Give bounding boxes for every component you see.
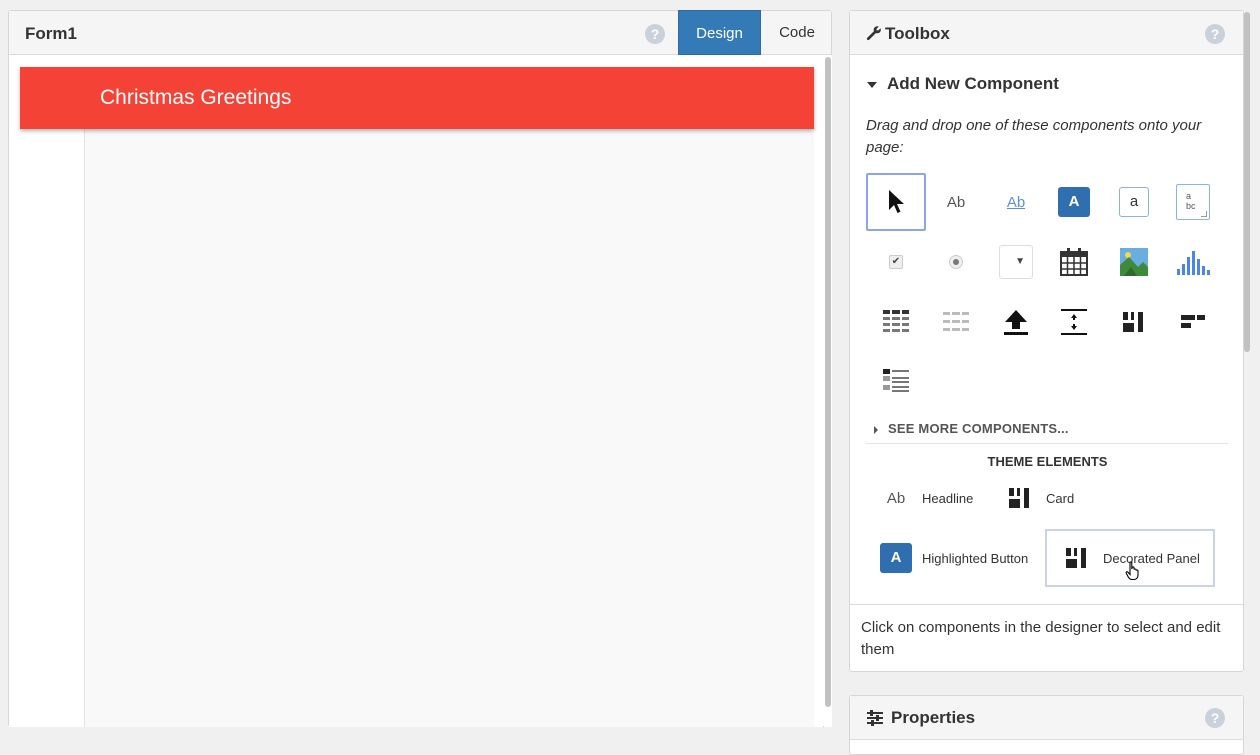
toolbox-panel: Toolbox ? Add New Component Drag and dro… [849,10,1244,672]
repeating-panel-icon [943,312,969,331]
component-flow-panel[interactable] [1163,293,1223,351]
add-new-component-heading: Add New Component [887,74,1059,93]
component-button[interactable]: A [1044,173,1104,231]
card-icon [1000,486,1040,510]
radio-icon [949,255,963,269]
button-a-icon: A [1058,187,1090,217]
component-dropdown[interactable]: ▼ [986,233,1046,291]
component-checkbox[interactable]: ✔ [866,233,926,291]
bar-chart-icon [1177,251,1210,275]
flow-panel-icon [1181,315,1205,328]
component-data-grid[interactable] [866,293,926,351]
decorated-panel-icon [1057,546,1097,570]
image-icon [1120,248,1148,276]
app-bar[interactable]: Christmas Greetings [20,67,814,129]
properties-header: Properties ? [850,696,1243,740]
component-textarea[interactable]: a bc [1163,173,1223,231]
component-spacer[interactable] [1044,293,1104,351]
app-bar-title[interactable]: Christmas Greetings [100,86,291,110]
help-icon[interactable]: ? [645,24,665,44]
headline-glyph: Ab [886,489,906,507]
canvas-left-column [9,129,84,727]
upload-icon [1004,310,1028,335]
divider [850,604,1243,605]
spacer-icon [1061,309,1087,335]
divider [866,443,1228,444]
column-panel-icon [1123,312,1143,332]
hand-cursor-icon [1125,561,1139,581]
sidebar-scrollbar[interactable] [1244,12,1250,352]
theme-item-decorated-panel[interactable]: Decorated Panel [1045,529,1215,587]
design-canvas[interactable]: Christmas Greetings [9,55,823,727]
form-designer-panel: Form1 ? Design Code Christmas Greetings [8,10,832,727]
data-grid-icon [883,310,909,332]
highlighted-button-icon: A [876,543,916,573]
component-date-picker[interactable] [1044,233,1104,291]
properties-panel: Properties ? [849,695,1244,755]
headline-ab-icon: Ab [876,490,916,507]
highlighted-button-glyph: A [880,543,912,573]
caret-right-icon [874,425,878,434]
theme-item-label: Headline [922,490,974,506]
theme-elements-heading: THEME ELEMENTS [987,454,1108,469]
toolbox-title-text: Toolbox [885,24,950,43]
canvas-scrollbar[interactable] [825,57,831,707]
calendar-icon [1060,248,1088,276]
drag-hint-text: Drag and drop one of these components on… [866,117,1202,156]
component-linear-panel[interactable] [866,352,926,410]
tab-code[interactable]: Code [761,10,833,55]
add-new-component-toggle[interactable]: Add New Component [867,74,1059,94]
theme-item-label: Card [1046,490,1075,506]
theme-item-card[interactable]: Card [1000,470,1140,526]
component-pointer[interactable] [866,173,926,231]
form-panel-header: Form1 ? Design Code [9,10,833,55]
component-file-loader[interactable] [986,293,1046,351]
component-textbox[interactable]: a [1104,173,1164,231]
toolbox-header: Toolbox ? [850,11,1243,55]
component-radio-button[interactable] [926,233,986,291]
caret-down-icon [867,81,877,88]
toolbox-title: Toolbox [866,24,950,44]
wrench-icon [866,26,881,41]
component-plot[interactable] [1163,233,1223,291]
theme-item-highlighted-button[interactable]: A Highlighted Button [876,530,1046,586]
theme-item-label: Highlighted Button [922,550,1029,566]
properties-title-text: Properties [891,708,976,727]
component-column-panel[interactable] [1104,293,1164,351]
textbox-icon: a [1119,187,1149,217]
label-ab-icon: Ab [946,193,966,211]
sliders-icon [867,710,883,726]
component-image[interactable] [1104,233,1164,291]
theme-item-headline[interactable]: Ab Headline [876,470,1016,526]
pointer-icon [889,190,904,213]
component-repeating-panel[interactable] [926,293,986,351]
toolbox-footer-hint: Click on components in the designer to s… [861,619,1221,658]
component-label[interactable]: Ab [926,173,986,231]
help-icon[interactable]: ? [1205,24,1225,44]
link-ab-icon: Ab [1006,193,1026,211]
canvas-content-area[interactable] [84,129,814,727]
properties-title: Properties [866,708,975,728]
textarea-icon: a bc [1176,184,1210,220]
see-more-label: SEE MORE COMPONENTS... [888,421,1069,436]
help-icon[interactable]: ? [1205,708,1225,728]
tab-design[interactable]: Design [678,10,761,55]
theme-item-label: Decorated Panel [1103,550,1200,566]
linear-panel-icon [883,369,909,392]
see-more-components-toggle[interactable]: SEE MORE COMPONENTS... [874,421,1069,436]
checkbox-icon: ✔ [889,255,903,269]
dropdown-icon: ▼ [999,245,1033,279]
component-link[interactable]: Ab [986,173,1046,231]
form-title: Form1 [25,24,77,43]
